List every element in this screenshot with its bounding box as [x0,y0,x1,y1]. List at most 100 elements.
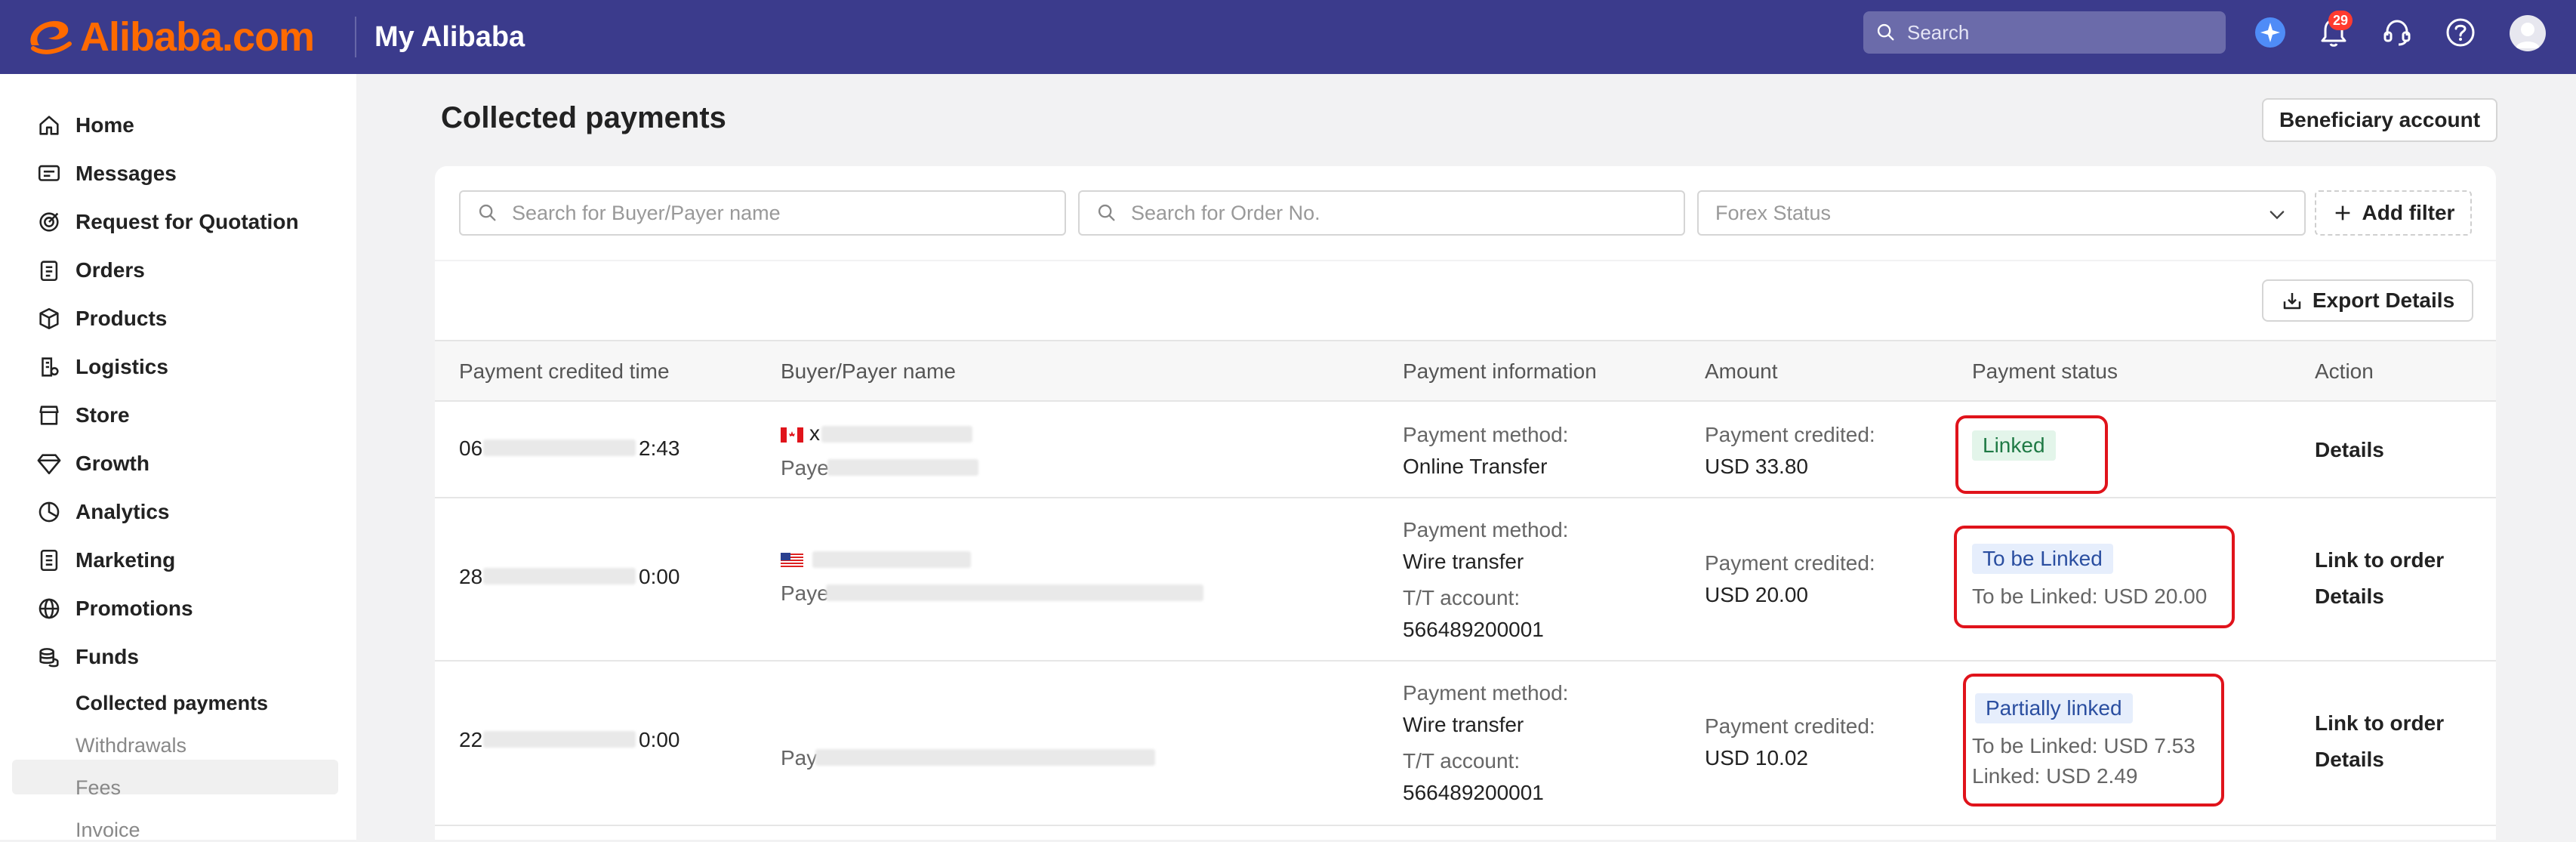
sidebar-item-label: Products [75,307,168,330]
payer-prefix: Paye [781,581,829,605]
sidebar-item-products[interactable]: Products [36,301,167,337]
column-header: Buyer/Payer name [781,359,956,383]
sidebar-sub-fees[interactable]: Fees [75,776,121,800]
coins-icon [39,648,59,668]
alibaba-logo[interactable]: Alibaba.com [26,11,315,63]
buyer-name-start: x [809,421,820,445]
beneficiary-account-button[interactable]: Beneficiary account [2262,98,2497,142]
search-icon [1098,204,1115,221]
amount-label: Payment credited: [1705,714,1875,738]
link-to-order-link[interactable]: Link to order [2315,711,2444,736]
tt-account-value: 566489200001 [1403,781,1544,804]
details-link[interactable]: Details [2315,748,2384,772]
sidebar-sub-withdrawals[interactable]: Withdrawals [75,734,186,757]
redacted-payer [826,584,1203,601]
highlight-box [1963,674,2224,807]
tt-account-label: T/T account: [1403,749,1521,773]
download-icon [2283,293,2301,310]
payment-method-label: Payment method: [1403,518,1569,541]
search-icon [479,204,496,221]
sidebar-item-home[interactable]: Home [36,107,134,143]
box-icon [39,307,59,330]
sidebar-item-label: Orders [75,258,145,282]
sidebar-item-label: Store [75,403,130,427]
sidebar-item-label: Promotions [75,597,193,620]
payment-method-label: Payment method: [1403,423,1569,446]
top-search-box[interactable] [1863,11,2226,54]
diamond-icon [37,454,61,475]
sidebar-sub-collected-payments[interactable]: Collected payments [75,692,268,715]
forex-status-value: Forex Status [1715,201,1832,224]
sidebar-item-rfq[interactable]: Request for Quotation [36,204,299,240]
sidebar-item-orders[interactable]: Orders [36,252,145,288]
top-search-input[interactable] [1906,20,2211,45]
redacted-buyer [812,551,971,568]
redacted-payer [815,749,1155,766]
sidebar-item-label: Funds [75,645,139,668]
amount-value: USD 20.00 [1705,583,1808,606]
sidebar-item-messages[interactable]: Messages [36,156,177,192]
time-end: 0:00 [639,728,680,751]
globe-icon [39,598,60,619]
table-header: Payment credited time Buyer/Payer name P… [435,340,2496,402]
time-start: 28 [459,565,483,588]
export-details-button[interactable]: Export Details [2262,279,2473,322]
link-to-order-link[interactable]: Link to order [2315,548,2444,572]
redacted-time [483,440,636,456]
top-bar: Alibaba.com My Alibaba 29 [0,0,2576,74]
document-icon [40,549,58,572]
payer-prefix: Paye [781,456,829,480]
sidebar-item-label: Analytics [75,500,170,523]
redacted-buyer [821,426,972,443]
truck-icon [42,357,59,377]
ai-sparkle-icon[interactable] [2253,15,2288,50]
sidebar-item-funds[interactable]: Funds [36,639,139,675]
sidebar-item-promotions[interactable]: Promotions [36,591,193,627]
sidebar-item-marketing[interactable]: Marketing [36,542,175,578]
add-filter-button[interactable]: Add filter [2315,190,2472,236]
sidebar-item-label: Home [75,113,134,137]
filter-bar: Forex Status Add filter [435,166,2496,260]
sidebar-item-label: Growth [75,452,149,475]
row-divider [435,497,2496,498]
payer-prefix: Pay [781,746,818,770]
app-title[interactable]: My Alibaba [374,17,525,57]
order-search-input[interactable] [1129,200,1616,226]
order-search-field[interactable] [1078,190,1685,236]
redacted-time [483,568,636,584]
tt-account-value: 566489200001 [1403,618,1544,641]
column-header: Payment status [1972,359,2118,383]
canada-flag-icon [781,427,803,443]
pie-chart-icon [39,501,60,523]
us-flag-icon [781,553,803,568]
column-header: Payment information [1403,359,1597,383]
time-end: 0:00 [639,565,680,588]
buyer-search-field[interactable] [459,190,1066,236]
home-icon [39,116,59,135]
forex-status-select[interactable]: Forex Status [1697,190,2306,236]
payment-method-label: Payment method: [1403,681,1569,705]
row-divider [435,660,2496,662]
details-link[interactable]: Details [2315,584,2384,609]
message-icon [38,165,60,181]
sidebar-item-growth[interactable]: Growth [36,446,149,482]
redacted-payer [827,459,978,476]
avatar[interactable] [2510,15,2546,51]
column-header: Payment credited time [459,359,670,383]
target-icon [39,212,59,232]
sidebar-item-store[interactable]: Store [36,397,130,433]
alibaba-logo-icon [30,20,72,54]
headset-icon[interactable] [2380,15,2414,50]
help-icon[interactable] [2443,15,2478,50]
sidebar-item-logistics[interactable]: Logistics [36,349,168,385]
sidebar-item-label: Marketing [75,548,176,572]
sidebar-sub-invoice[interactable]: Invoice [75,819,140,842]
payment-method-value: Wire transfer [1403,713,1524,736]
sidebar-item-analytics[interactable]: Analytics [36,494,170,530]
amount-label: Payment credited: [1705,551,1875,575]
notification-badge: 29 [2328,11,2353,30]
search-icon [1877,23,1894,41]
details-link[interactable]: Details [2315,438,2384,462]
buyer-search-input[interactable] [510,200,997,226]
add-filter-label: Add filter [2362,201,2455,224]
